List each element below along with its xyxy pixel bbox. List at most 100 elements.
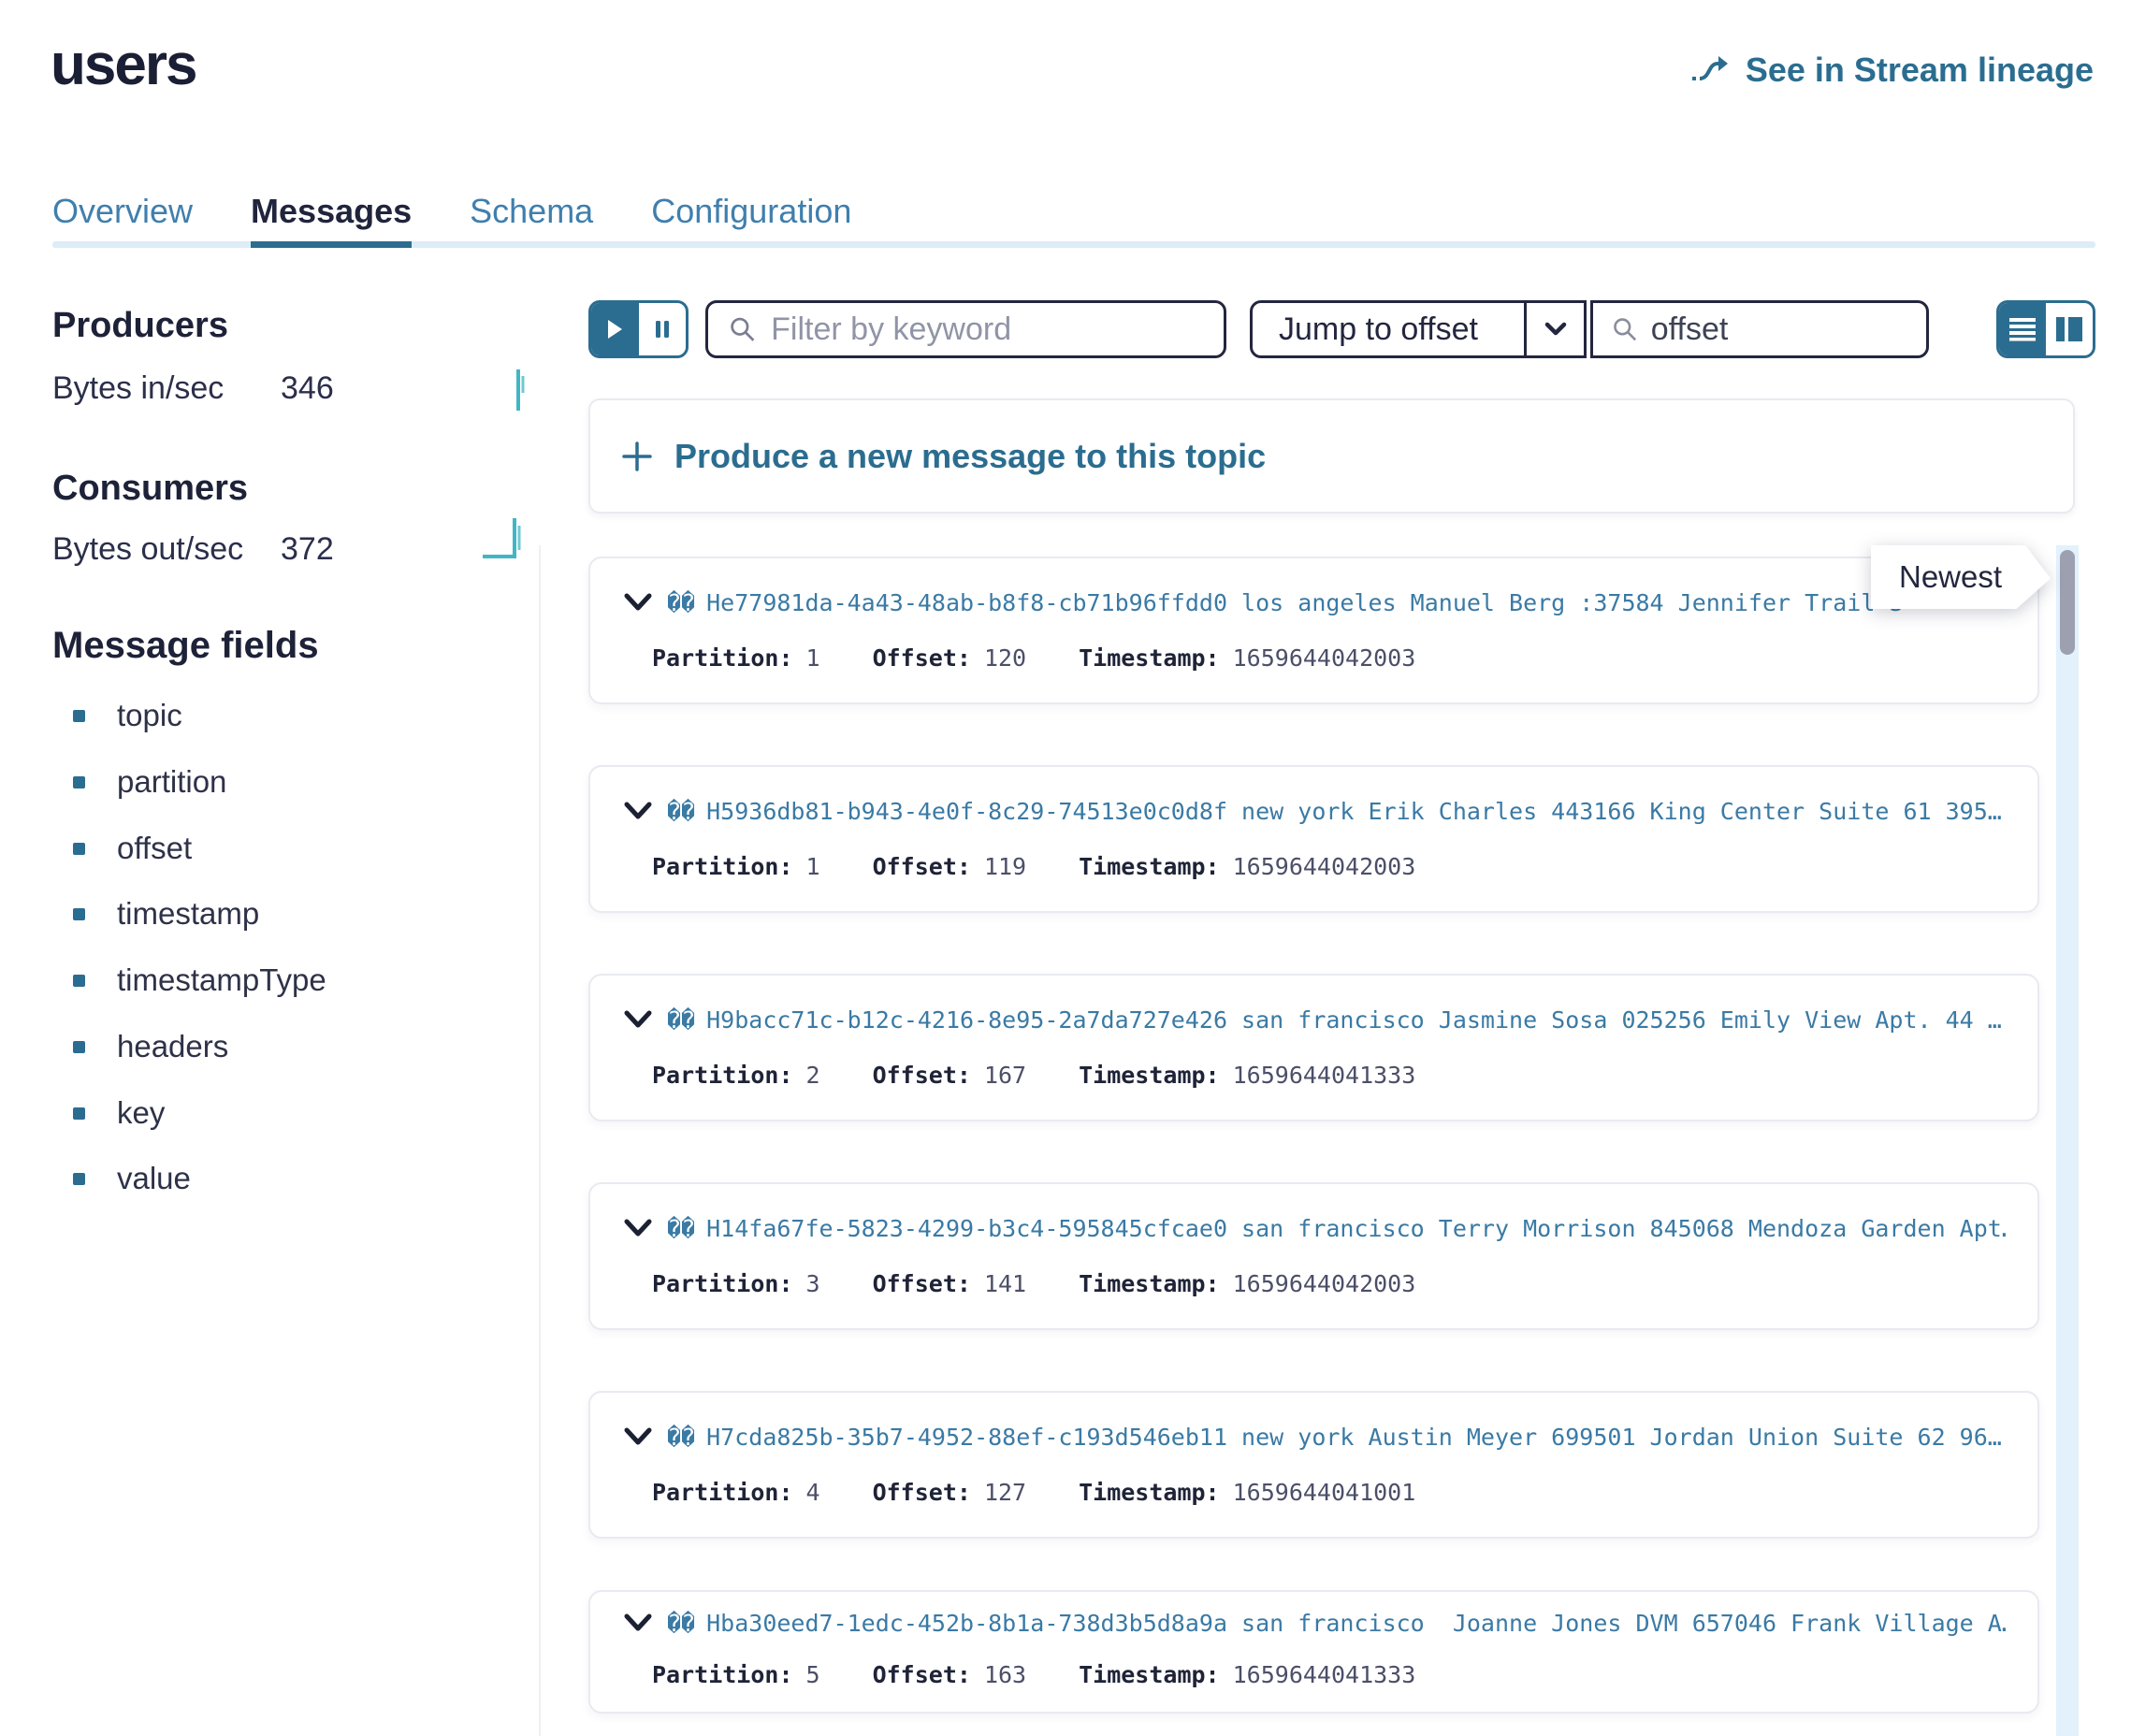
binary-key-glyphs: �� (667, 798, 695, 825)
tab-configuration[interactable]: Configuration (651, 193, 851, 248)
offset-label: Offset: (873, 1270, 971, 1297)
partition-value: 1 (806, 853, 820, 880)
message-card[interactable]: �� H14fa67fe-5823-4299-b3c4-595845cfcae0… (588, 1182, 2039, 1330)
partition-value: 4 (806, 1479, 820, 1506)
partition-value: 1 (806, 644, 820, 672)
timestamp-label: Timestamp: (1079, 1479, 1220, 1506)
partition-value: 5 (806, 1661, 820, 1688)
pause-icon (653, 318, 672, 340)
offset-value: 167 (984, 1062, 1026, 1089)
bytes-out-sparkline (481, 513, 529, 561)
field-item-value[interactable]: value (73, 1161, 191, 1196)
offset-label: Offset: (873, 1479, 971, 1506)
message-summary: H7cda825b-35b7-4952-88ef-c193d546eb11 ne… (706, 1424, 2007, 1451)
chevron-down-icon[interactable] (622, 592, 654, 613)
offset-value: 163 (984, 1661, 1026, 1688)
content-divider (539, 545, 541, 1736)
offset-search-input[interactable] (1651, 311, 1907, 348)
chevron-down-icon[interactable] (622, 1426, 654, 1447)
play-button[interactable] (591, 303, 639, 355)
jump-to-offset-select[interactable]: Jump to offset (1250, 300, 1587, 358)
messages-scrollbar-track[interactable] (2056, 545, 2079, 1736)
message-card[interactable]: �� H7cda825b-35b7-4952-88ef-c193d546eb11… (588, 1391, 2039, 1539)
field-item-headers[interactable]: headers (73, 1029, 228, 1064)
see-in-stream-lineage-link[interactable]: See in Stream lineage (1689, 51, 2094, 90)
message-summary: He77981da-4a43-48ab-b8f8-cb71b96ffdd0 lo… (706, 589, 2007, 616)
message-key-row: �� H7cda825b-35b7-4952-88ef-c193d546eb11… (622, 1417, 2007, 1456)
field-item-offset[interactable]: offset (73, 831, 192, 866)
partition-value: 3 (806, 1270, 820, 1297)
see-in-stream-lineage-label: See in Stream lineage (1746, 51, 2094, 90)
message-card[interactable]: �� Hba30eed7-1edc-452b-8b1a-738d3b5d8a9a… (588, 1590, 2039, 1714)
field-bullet-icon (73, 1173, 85, 1185)
newest-tooltip-label: Newest (1871, 545, 2051, 609)
tab-messages[interactable]: Messages (251, 193, 412, 248)
offset-label: Offset: (873, 1661, 971, 1688)
chevron-down-icon[interactable] (622, 801, 654, 821)
field-bullet-icon (73, 1041, 85, 1053)
tab-bar: Overview Messages Schema Configuration (52, 193, 851, 248)
field-bullet-icon (73, 843, 85, 855)
chevron-down-icon[interactable] (622, 1009, 654, 1030)
message-summary: Hba30eed7-1edc-452b-8b1a-738d3b5d8a9a sa… (706, 1610, 2007, 1637)
keyword-filter-input[interactable] (771, 311, 1203, 348)
stream-lineage-icon (1689, 53, 1732, 87)
message-card[interactable]: �� H9bacc71c-b12c-4216-8e95-2a7da727e426… (588, 974, 2039, 1121)
tab-overview[interactable]: Overview (52, 193, 193, 248)
offset-value: 120 (984, 644, 1026, 672)
bytes-in-sparkline (511, 365, 529, 413)
partition-label: Partition: (652, 1270, 793, 1297)
field-item-partition[interactable]: partition (73, 764, 226, 800)
pause-button[interactable] (639, 303, 687, 355)
keyword-filter-field (705, 300, 1226, 358)
view-mode-toggle (1996, 300, 2095, 358)
timestamp-value: 1659644041333 (1233, 1661, 1416, 1688)
message-key-row: �� Hba30eed7-1edc-452b-8b1a-738d3b5d8a9a… (622, 1603, 2007, 1642)
message-card[interactable]: �� He77981da-4a43-48ab-b8f8-cb71b96ffdd0… (588, 557, 2039, 704)
timestamp-value: 1659644042003 (1233, 644, 1416, 672)
timestamp-value: 1659644042003 (1233, 853, 1416, 880)
binary-key-glyphs: �� (667, 589, 695, 616)
message-meta: Partition:4 Offset:127 Timestamp:1659644… (652, 1479, 1415, 1506)
columns-view-icon (2054, 316, 2084, 342)
messages-scrollbar-thumb[interactable] (2060, 550, 2075, 655)
timestamp-label: Timestamp: (1079, 644, 1220, 672)
search-icon (1612, 314, 1638, 344)
bytes-out-value: 372 (281, 531, 334, 568)
binary-key-glyphs: �� (667, 1424, 695, 1451)
offset-value: 127 (984, 1479, 1026, 1506)
jump-to-offset-value: Jump to offset (1253, 311, 1524, 348)
columns-view-button[interactable] (2046, 303, 2093, 355)
field-item-timestamp[interactable]: timestamp (73, 896, 259, 932)
search-icon (729, 314, 756, 344)
offset-search-field (1590, 300, 1929, 358)
produce-message-button[interactable]: Produce a new message to this topic (588, 398, 2075, 514)
binary-key-glyphs: �� (667, 1215, 695, 1242)
plus-icon (620, 440, 654, 473)
field-item-timestampType[interactable]: timestampType (73, 962, 326, 998)
consumers-heading: Consumers (52, 469, 248, 509)
partition-label: Partition: (652, 644, 793, 672)
message-summary: H9bacc71c-b12c-4216-8e95-2a7da727e426 sa… (706, 1006, 2007, 1034)
partition-value: 2 (806, 1062, 820, 1089)
tab-schema[interactable]: Schema (470, 193, 593, 248)
message-card[interactable]: �� H5936db81-b943-4e0f-8c29-74513e0c0d8f… (588, 765, 2039, 913)
field-item-key[interactable]: key (73, 1095, 165, 1131)
offset-value: 119 (984, 853, 1026, 880)
chevron-down-icon[interactable] (622, 1613, 654, 1633)
field-bullet-icon (73, 776, 85, 788)
producers-heading: Producers (52, 306, 228, 346)
field-bullet-icon (73, 1107, 85, 1120)
newest-position-tooltip: Newest (1871, 545, 2051, 609)
list-view-button[interactable] (1999, 303, 2046, 355)
timestamp-value: 1659644041333 (1233, 1062, 1416, 1089)
bytes-in-label: Bytes in/sec (52, 370, 224, 407)
message-meta: Partition:2 Offset:167 Timestamp:1659644… (652, 1062, 1415, 1089)
page-title: users (51, 32, 196, 98)
chevron-down-icon[interactable] (622, 1218, 654, 1238)
message-key-row: �� H5936db81-b943-4e0f-8c29-74513e0c0d8f… (622, 791, 2007, 831)
field-item-topic[interactable]: topic (73, 698, 182, 733)
chevron-down-icon (1524, 303, 1584, 355)
message-summary: H5936db81-b943-4e0f-8c29-74513e0c0d8f ne… (706, 798, 2007, 825)
message-key-row: �� He77981da-4a43-48ab-b8f8-cb71b96ffdd0… (622, 583, 2007, 622)
